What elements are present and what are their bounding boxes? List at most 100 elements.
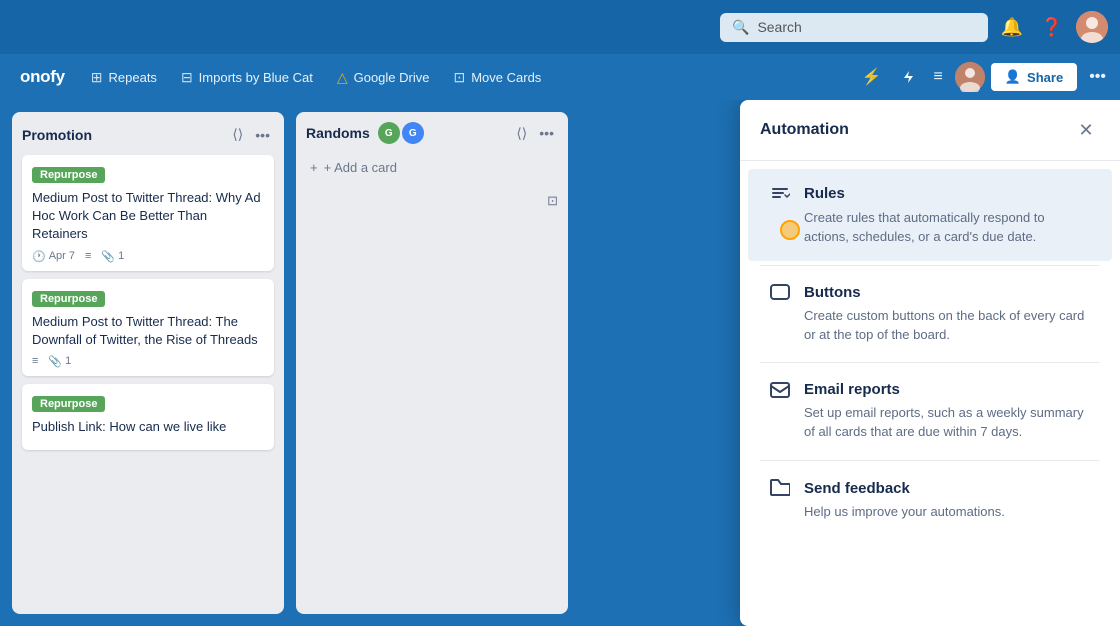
card-3-tag: Repurpose bbox=[32, 396, 105, 412]
nav-bar: onofy ⊞ Repeats ⊟ Imports by Blue Cat △ … bbox=[0, 54, 1120, 100]
card-1-attach: 📎 1 bbox=[101, 250, 124, 263]
feedback-title: Send feedback bbox=[804, 480, 910, 497]
card-1[interactable]: Repurpose Medium Post to Twitter Thread:… bbox=[22, 155, 274, 271]
list-promotion-icons: ⟨⟩ ••• bbox=[228, 124, 274, 145]
card-2-attach: 📎 1 bbox=[48, 355, 71, 368]
brand-name: onofy bbox=[8, 67, 77, 87]
list-randoms: Randoms G G ⟨⟩ ••• + + Add a card ⊡ bbox=[296, 112, 568, 614]
notifications-icon[interactable]: 🔔 bbox=[996, 11, 1028, 43]
card-2-desc: ≡ bbox=[32, 355, 38, 367]
share-person-icon: 👤 bbox=[1005, 69, 1021, 85]
email-header: Email reports bbox=[768, 381, 1092, 398]
add-card-btn[interactable]: + + Add a card bbox=[306, 154, 558, 181]
filter-icon[interactable]: ⚡ bbox=[856, 61, 888, 93]
desc-icon: ≡ bbox=[85, 250, 91, 262]
imports-label: Imports by Blue Cat bbox=[199, 70, 313, 85]
rules-icon bbox=[768, 183, 792, 203]
desc-icon-2: ≡ bbox=[32, 355, 38, 367]
share-button[interactable]: 👤 Share bbox=[991, 63, 1077, 91]
menu-filter-icon[interactable]: ≡ bbox=[928, 62, 949, 92]
gdrive-icon: △ bbox=[337, 69, 348, 86]
feedback-desc: Help us improve your automations. bbox=[768, 503, 1092, 522]
nav-item-repeats[interactable]: ⊞ Repeats bbox=[81, 63, 167, 92]
automation-item-buttons[interactable]: Buttons Create custom buttons on the bac… bbox=[748, 270, 1112, 359]
feedback-icon bbox=[768, 479, 792, 497]
nav-right: ⚡ ≡ 👤 Share ••• bbox=[856, 61, 1112, 93]
automation-item-email[interactable]: Email reports Set up email reports, such… bbox=[748, 367, 1112, 456]
rules-title: Rules bbox=[804, 185, 845, 202]
card-1-title: Medium Post to Twitter Thread: Why Ad Ho… bbox=[32, 189, 264, 244]
user-avatar-top[interactable] bbox=[1076, 11, 1108, 43]
top-bar: 🔍 Search 🔔 ❓ bbox=[0, 0, 1120, 54]
more-icon[interactable]: ••• bbox=[1083, 62, 1112, 92]
rules-header: Rules bbox=[768, 183, 1092, 203]
randoms-more-icon[interactable]: ••• bbox=[535, 123, 558, 143]
copy-icon[interactable]: ⊡ bbox=[547, 193, 558, 209]
attach-icon: 📎 bbox=[101, 250, 115, 263]
email-title: Email reports bbox=[804, 381, 900, 398]
repeats-label: Repeats bbox=[109, 70, 157, 85]
buttons-icon bbox=[768, 284, 792, 300]
share-label: Share bbox=[1027, 70, 1063, 85]
card-3-title: Publish Link: How can we live like bbox=[32, 418, 264, 436]
email-icon bbox=[768, 382, 792, 398]
card-1-meta: 🕐 Apr 7 ≡ 📎 1 bbox=[32, 250, 264, 263]
randoms-nav-icon[interactable]: ⟨⟩ bbox=[512, 123, 531, 144]
movecards-label: Move Cards bbox=[471, 70, 541, 85]
automation-title: Automation bbox=[760, 121, 849, 139]
divider-3 bbox=[760, 460, 1100, 461]
card-3[interactable]: Repurpose Publish Link: How can we live … bbox=[22, 384, 274, 450]
list-more-icon[interactable]: ••• bbox=[251, 125, 274, 145]
movecards-icon: ⊡ bbox=[453, 69, 465, 86]
add-card-icon: + bbox=[310, 160, 318, 175]
user-avatar-nav[interactable] bbox=[955, 62, 985, 92]
automation-body: Rules Create rules that automatically re… bbox=[740, 161, 1120, 544]
card-2-title: Medium Post to Twitter Thread: The Downf… bbox=[32, 313, 264, 349]
buttons-desc: Create custom buttons on the back of eve… bbox=[768, 307, 1092, 345]
list-randoms-header: Randoms G G ⟨⟩ ••• bbox=[306, 122, 558, 144]
list-nav-icon[interactable]: ⟨⟩ bbox=[228, 124, 247, 145]
card-2[interactable]: Repurpose Medium Post to Twitter Thread:… bbox=[22, 279, 274, 376]
lightning-icon[interactable] bbox=[894, 63, 922, 91]
buttons-header: Buttons bbox=[768, 284, 1092, 301]
nav-item-movecards[interactable]: ⊡ Move Cards bbox=[443, 63, 551, 92]
card-2-tag: Repurpose bbox=[32, 291, 105, 307]
list-promotion: Promotion ⟨⟩ ••• Repurpose Medium Post t… bbox=[12, 112, 284, 614]
rules-desc: Create rules that automatically respond … bbox=[768, 209, 1092, 247]
board: Promotion ⟨⟩ ••• Repurpose Medium Post t… bbox=[0, 100, 1120, 626]
list-randoms-title: Randoms bbox=[306, 125, 370, 141]
add-card-label: + Add a card bbox=[324, 160, 397, 175]
search-box[interactable]: 🔍 Search bbox=[720, 13, 988, 42]
search-icon: 🔍 bbox=[732, 19, 749, 36]
repeats-icon: ⊞ bbox=[91, 69, 103, 86]
list-promotion-header: Promotion ⟨⟩ ••• bbox=[22, 122, 274, 147]
card-1-desc: ≡ bbox=[85, 250, 91, 262]
divider-1 bbox=[760, 265, 1100, 266]
automation-close-btn[interactable]: ✕ bbox=[1072, 116, 1100, 144]
nav-item-imports[interactable]: ⊟ Imports by Blue Cat bbox=[171, 63, 323, 92]
randoms-header-icons: ⟨⟩ ••• bbox=[512, 123, 558, 144]
randoms-avatar-1: G bbox=[378, 122, 400, 144]
email-desc: Set up email reports, such as a weekly s… bbox=[768, 404, 1092, 442]
automation-panel: Automation ✕ Rules Create rules that aut… bbox=[740, 100, 1120, 626]
card-2-meta: ≡ 📎 1 bbox=[32, 355, 264, 368]
automation-header: Automation ✕ bbox=[740, 100, 1120, 161]
attach-icon-2: 📎 bbox=[48, 355, 62, 368]
divider-2 bbox=[760, 362, 1100, 363]
search-label: Search bbox=[757, 19, 801, 35]
card-1-tag: Repurpose bbox=[32, 167, 105, 183]
randoms-left: Randoms G G bbox=[306, 122, 424, 144]
card-1-date: 🕐 Apr 7 bbox=[32, 250, 75, 263]
imports-icon: ⊟ bbox=[181, 69, 193, 86]
buttons-title: Buttons bbox=[804, 284, 861, 301]
gdrive-label: Google Drive bbox=[354, 70, 430, 85]
automation-item-rules[interactable]: Rules Create rules that automatically re… bbox=[748, 169, 1112, 261]
help-icon[interactable]: ❓ bbox=[1036, 11, 1068, 43]
automation-item-feedback[interactable]: Send feedback Help us improve your autom… bbox=[748, 465, 1112, 536]
randoms-copy-btn: ⊡ bbox=[306, 189, 558, 213]
nav-item-gdrive[interactable]: △ Google Drive bbox=[327, 63, 440, 92]
feedback-header: Send feedback bbox=[768, 479, 1092, 497]
randoms-avatars: G G bbox=[378, 122, 424, 144]
randoms-avatar-2: G bbox=[402, 122, 424, 144]
clock-icon: 🕐 bbox=[32, 250, 46, 263]
